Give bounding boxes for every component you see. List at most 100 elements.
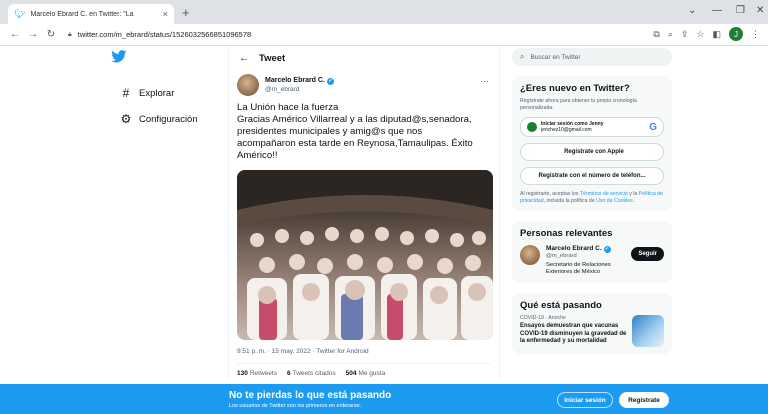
cookies-link[interactable]: Uso de Cookies [596,198,633,204]
right-sidebar: ⌕ Buscar en Twitter ¿Eres nuevo en Twitt… [512,48,672,354]
google-logo-icon: G [649,121,657,133]
retweets-count[interactable]: 130 Retweets [237,370,277,377]
url-text: twitter.com/m_ebrard/status/152603256685… [77,30,252,39]
verified-badge-icon: ✓ [326,78,334,85]
trend-headline: Ensayos demuestran que vacunas COVID-19 … [520,323,627,344]
trends-title: Qué está pasando [520,300,602,311]
hashtag-icon: # [122,86,130,100]
person-item[interactable]: Marcelo Ebrard C. ✓ @m_ebrard Secretario … [520,245,664,276]
person-name[interactable]: Marcelo Ebrard C. [546,245,602,252]
signup-card: ¿Eres nuevo en Twitter? Regístrate ahora… [512,76,672,211]
likes-count[interactable]: 504 Me gusta [346,370,386,377]
apple-signup-button[interactable]: Regístrate con Apple [520,143,664,161]
tab-close-icon[interactable]: × [163,9,168,19]
quotes-value: 6 [286,370,291,377]
author-name[interactable]: Marcelo Ebrard C. [265,77,325,84]
twitter-bird-icon: 🐦︎ [14,8,26,19]
tab-title: Marcelo Ebrard C. en Twitter: "La [30,10,134,18]
bookmark-star-icon[interactable]: ☆ [696,29,704,40]
nav-settings[interactable]: ⚙ Configuración [95,106,225,132]
menu-kebab-icon[interactable]: ⋮ [751,29,760,40]
zoom-icon[interactable]: ⌕ [668,29,673,40]
banner-subtitle: Los usuarios de Twitter son los primeros… [229,403,362,409]
page-title: Tweet [259,52,286,64]
trend-category: COVID-19 · Anoche [520,315,566,321]
address-bar: ← → ↻ 🔒︎ twitter.com/m_ebrard/status/152… [0,24,768,46]
tweet-line: acompañaron esta tarde en Reynosa,Tamaul… [237,138,473,149]
more-options-icon[interactable]: ··· [480,76,489,86]
signup-subtitle: Regístrate ahora para obtener tu propia … [520,98,637,111]
relevant-title: Personas relevantes [520,228,613,239]
new-tab-button[interactable]: + [182,5,190,20]
tab-list-chevron-icon[interactable]: ⌄ [688,5,696,16]
google-account-avatar [527,122,537,132]
nav-settings-label: Configuración [139,113,198,125]
register-button[interactable]: Regístrate [619,392,669,408]
likes-value: 504 [345,370,357,377]
author-avatar[interactable] [237,74,259,96]
terms-prefix: Al registrarte, aceptas los [520,191,580,197]
tweet-line: Américo!! [237,150,278,161]
terms-mid2: , incluida la política de [543,197,597,204]
person-avatar[interactable] [520,245,540,265]
terms-text: Al registrarte, aceptas los Términos de … [520,191,664,204]
login-button[interactable]: Iniciar sesión [557,392,613,408]
person-handle[interactable]: @m_ebrard [546,253,631,259]
signup-banner: No te pierdas lo que está pasando Los us… [0,384,768,414]
tweet-author[interactable]: Marcelo Ebrard C. ✓ @m_ebrard ··· [229,70,499,100]
person-bio: Secretario de Relaciones Exteriores de M… [546,262,611,275]
banner-title: No te pierdas lo que está pasando [229,390,392,401]
phone-signup-button[interactable]: Registrate con el número de teléfon... [520,167,664,185]
tweet-stats: 130 Retweets 6 Tweets citados 504 Me gusta [229,364,499,383]
author-handle[interactable]: @m_ebrard [265,85,334,94]
install-app-icon[interactable]: ⧉ [653,29,659,40]
restore-icon[interactable]: ❐ [736,5,745,16]
google-signin-email: jenchez10@gmail.com [541,127,592,133]
tweet-text: La Unión hace la fuerza Gracias Américo … [229,100,499,164]
back-arrow-icon[interactable]: ← [6,29,24,40]
quotes-count[interactable]: 6 Tweets citados [287,370,336,377]
search-icon: ⌕ [520,52,525,61]
tweet-timestamp[interactable]: 9:51 p. m. · 15 may. 2022 · Twitter for … [229,340,499,363]
browser-tab[interactable]: 🐦︎ Marcelo Ebrard C. en Twitter: "La × [8,4,174,24]
gear-icon: ⚙ [120,112,132,126]
nav-explore-label: Explorar [139,87,175,99]
nav-explore[interactable]: # Explorar [95,80,225,106]
tweet-line: Gracias Américo Villarreal y a las diput… [237,114,472,125]
tweet-header: ← Tweet [229,46,499,70]
trend-thumbnail [632,315,664,347]
twitter-logo-icon[interactable] [111,50,225,68]
search-input[interactable]: ⌕ Buscar en Twitter [512,48,672,66]
left-nav: # Explorar ⚙ Configuración [95,50,225,132]
terms-end: . [632,197,635,204]
lock-icon: 🔒︎ [68,30,72,38]
share-icon[interactable]: ⇪ [681,29,689,40]
back-arrow-icon[interactable]: ← [229,53,259,64]
search-placeholder: Buscar en Twitter [530,53,581,61]
close-window-icon[interactable]: ✕ [756,5,764,16]
terms-mid: y la [627,191,639,197]
trends-card: Qué está pasando COVID-19 · Anoche Ensay… [512,293,672,354]
terms-link[interactable]: Términos de servicio [580,191,628,197]
tweet-line: presidentes municipales y amig@s que nos [237,126,423,137]
forward-arrow-icon[interactable]: → [24,29,42,40]
google-signin-button[interactable]: Iniciar sesión como Jenny jenchez10@gmail… [520,117,664,137]
tweet-photo[interactable] [237,170,493,340]
verified-badge-icon: ✓ [603,246,611,253]
group-photo-illustration [237,170,493,340]
tweet-line: La Unión hace la fuerza [237,102,339,113]
relevant-people-card: Personas relevantes Marcelo Ebrard C. ✓ @… [512,221,672,283]
minimize-icon[interactable]: — [712,5,722,16]
signup-title: ¿Eres nuevo en Twitter? [520,83,630,94]
likes-label: Me gusta [358,370,386,377]
profile-avatar[interactable]: J [729,27,743,41]
quotes-label: Tweets citados [292,370,336,377]
apple-signup-label: Regístrate con Apple [564,149,624,155]
browser-tab-bar: 🐦︎ Marcelo Ebrard C. en Twitter: "La × +… [0,0,768,24]
follow-button[interactable]: Seguir [631,247,664,261]
url-field[interactable]: 🔒︎ twitter.com/m_ebrard/status/152603256… [68,30,251,39]
retweets-label: Retweets [249,370,277,377]
sidebar-panel-icon[interactable]: ◧ [712,29,721,40]
trend-item[interactable]: COVID-19 · Anoche Ensayos demuestran que… [520,315,664,347]
reload-icon[interactable]: ↻ [42,29,60,40]
